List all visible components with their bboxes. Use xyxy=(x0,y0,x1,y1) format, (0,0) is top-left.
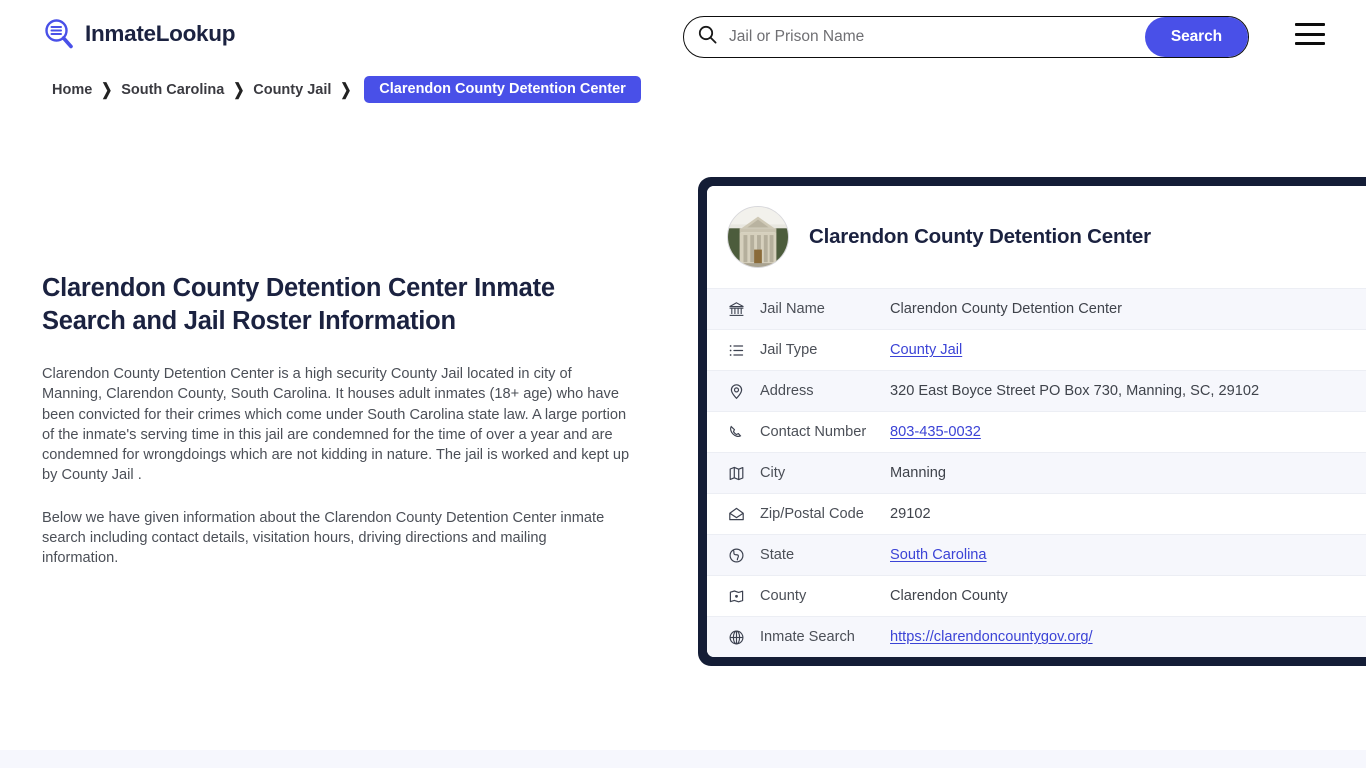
row-value: County Jail xyxy=(890,342,962,358)
breadcrumb-item-current: Clarendon County Detention Center xyxy=(364,76,641,103)
state-link[interactable]: South Carolina xyxy=(890,547,987,563)
table-row: Address 320 East Boyce Street PO Box 730… xyxy=(707,370,1366,411)
inmate-search-link[interactable]: https://clarendoncountygov.org/ xyxy=(890,629,1093,645)
search-input[interactable] xyxy=(717,17,1145,57)
hamburger-line xyxy=(1295,42,1325,45)
globe-americas-icon xyxy=(727,546,745,564)
search-icon xyxy=(698,25,717,49)
search-button[interactable]: Search xyxy=(1145,17,1248,57)
jail-info-card-header: Clarendon County Detention Center xyxy=(707,186,1366,288)
row-value: Manning xyxy=(890,465,946,481)
row-label: County xyxy=(760,588,890,604)
row-label: City xyxy=(760,465,890,481)
list-icon xyxy=(727,341,745,359)
row-label: Jail Name xyxy=(760,301,890,317)
site-logo[interactable]: InmateLookup xyxy=(42,17,235,51)
search-bar[interactable]: Search xyxy=(683,16,1249,58)
row-label: Jail Type xyxy=(760,342,890,358)
chevron-right-icon: ❯ xyxy=(233,80,244,100)
table-row: Jail Name Clarendon County Detention Cen… xyxy=(707,288,1366,329)
table-row: County Clarendon County xyxy=(707,575,1366,616)
row-value: Clarendon County xyxy=(890,588,1008,604)
breadcrumb-item-county-jail[interactable]: County Jail xyxy=(253,82,331,98)
jail-info-card: Clarendon County Detention Center Jail N… xyxy=(698,177,1366,666)
courthouse-building-photo xyxy=(727,206,789,268)
main-content-column: Clarendon County Detention Center Inmate… xyxy=(42,272,642,591)
jail-card-title: Clarendon County Detention Center xyxy=(809,225,1151,249)
footer-band xyxy=(0,750,1366,768)
page-title: Clarendon County Detention Center Inmate… xyxy=(42,272,642,338)
globe-grid-icon xyxy=(727,628,745,646)
row-value: South Carolina xyxy=(890,547,987,563)
jail-info-card-inner: Clarendon County Detention Center Jail N… xyxy=(707,186,1366,657)
row-value: https://clarendoncountygov.org/ xyxy=(890,629,1093,645)
row-label: Address xyxy=(760,383,890,399)
envelope-icon xyxy=(727,505,745,523)
map-icon xyxy=(727,464,745,482)
row-value: Clarendon County Detention Center xyxy=(890,301,1122,317)
row-label: State xyxy=(760,547,890,563)
table-row: Zip/Postal Code 29102 xyxy=(707,493,1366,534)
row-value: 320 East Boyce Street PO Box 730, Mannin… xyxy=(890,383,1259,399)
site-header: InmateLookup Search xyxy=(0,0,1366,74)
hamburger-line xyxy=(1295,33,1325,36)
bank-icon xyxy=(727,300,745,318)
table-row: Inmate Search https://clarendoncountygov… xyxy=(707,616,1366,657)
row-label: Inmate Search xyxy=(760,629,890,645)
magnifier-list-icon xyxy=(42,17,76,51)
table-row: Contact Number 803-435-0032 xyxy=(707,411,1366,452)
logo-text: InmateLookup xyxy=(85,21,235,47)
description-paragraph-1: Clarendon County Detention Center is a h… xyxy=(42,364,632,486)
breadcrumb: Home ❯ South Carolina ❯ County Jail ❯ Cl… xyxy=(52,76,641,103)
map-marker-area-icon xyxy=(727,587,745,605)
phone-icon xyxy=(727,423,745,441)
table-row: Jail Type County Jail xyxy=(707,329,1366,370)
table-row: City Manning xyxy=(707,452,1366,493)
chevron-right-icon: ❯ xyxy=(101,80,112,100)
row-label: Zip/Postal Code xyxy=(760,506,890,522)
contact-number-link[interactable]: 803-435-0032 xyxy=(890,424,981,440)
table-row: State South Carolina xyxy=(707,534,1366,575)
jail-type-link[interactable]: County Jail xyxy=(890,342,962,358)
hamburger-menu-icon[interactable] xyxy=(1295,23,1325,45)
row-value: 29102 xyxy=(890,506,931,522)
breadcrumb-item-south-carolina[interactable]: South Carolina xyxy=(121,82,224,98)
map-pin-icon xyxy=(727,382,745,400)
hamburger-line xyxy=(1295,23,1325,26)
description-paragraph-2: Below we have given information about th… xyxy=(42,508,622,569)
breadcrumb-item-home[interactable]: Home xyxy=(52,82,92,98)
chevron-right-icon: ❯ xyxy=(340,80,351,100)
row-label: Contact Number xyxy=(760,424,890,440)
row-value: 803-435-0032 xyxy=(890,424,981,440)
